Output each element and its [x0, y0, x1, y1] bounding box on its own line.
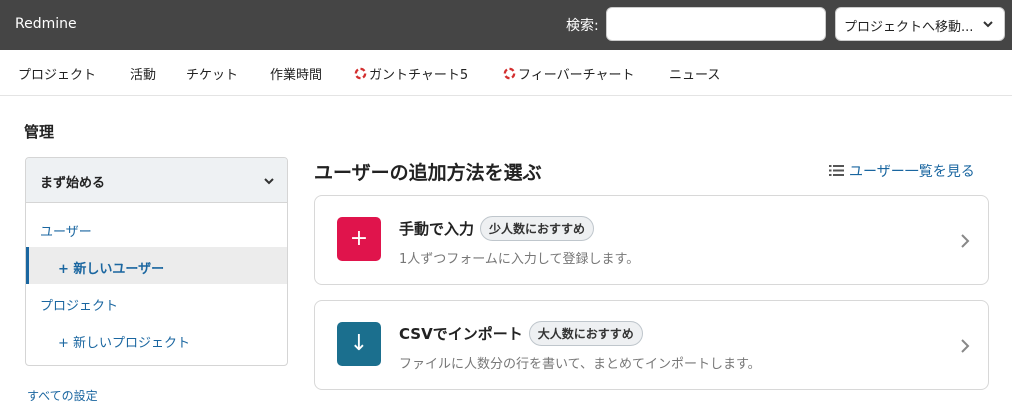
project-jump-label: プロジェクトへ移動... [844, 20, 974, 35]
menu-gantt-label: ガントチャート5 [369, 68, 469, 83]
option-description: 1人ずつフォームに入力して登録します。 [399, 252, 640, 267]
chevron-down-icon [264, 178, 274, 185]
sidebar-item-label: + 新しいユーザー [58, 262, 165, 277]
user-list-link[interactable]: ユーザー一覧を見る [829, 161, 975, 181]
menu-fever-chart[interactable]: フィーバーチャート [503, 64, 634, 83]
app-name[interactable]: Redmine [15, 16, 77, 32]
chevron-right-icon [961, 339, 970, 353]
search-input[interactable] [606, 7, 826, 41]
sidebar-item-label: + 新しいプロジェクト [58, 336, 191, 351]
option-title: 手動で入力 少人数におすすめ [399, 216, 595, 241]
sidebar-item-projects[interactable]: プロジェクト [26, 284, 287, 321]
menu-gantt[interactable]: ガントチャート5 [354, 64, 468, 83]
option-title-text: 手動で入力 [399, 220, 475, 238]
search-label: 検索: [566, 18, 599, 34]
sidebar-item-new-user[interactable]: + 新しいユーザー [26, 247, 287, 284]
page-title: 管理 [24, 123, 55, 141]
plus-icon: + [337, 217, 381, 261]
plugin-gear-icon [503, 67, 516, 80]
menu-activity[interactable]: 活動 [130, 64, 156, 83]
list-icon [829, 165, 844, 176]
download-arrow-icon: ↓ [337, 322, 381, 366]
sidebar-item-new-project[interactable]: + 新しいプロジェクト [26, 321, 287, 358]
sidebar-item-label: ユーザー [40, 225, 92, 240]
recommend-badge: 少人数におすすめ [480, 216, 595, 241]
sidebar-header[interactable]: まず始める [26, 158, 287, 203]
option-card-csv-import[interactable]: ↓ CSVでインポート 大人数におすすめ ファイルに人数分の行を書いて、まとめてイ… [314, 300, 989, 390]
menu-fever-chart-label: フィーバーチャート [518, 68, 635, 83]
all-settings-link[interactable]: すべての設定 [27, 387, 98, 404]
chevron-right-icon [961, 234, 970, 248]
main-menu: プロジェクト 活動 チケット 作業時間 ガントチャート5 フィーバーチャート ニ… [0, 50, 1012, 96]
option-card-manual[interactable]: + 手動で入力 少人数におすすめ 1人ずつフォームに入力して登録します。 [314, 195, 989, 285]
option-title-text: CSVでインポート [399, 325, 523, 343]
project-jump-dropdown[interactable]: プロジェクトへ移動... [835, 7, 1005, 41]
menu-projects[interactable]: プロジェクト [18, 64, 96, 83]
menu-time-entries[interactable]: 作業時間 [270, 64, 322, 83]
option-title: CSVでインポート 大人数におすすめ [399, 321, 643, 346]
content-title: ユーザーの追加方法を選ぶ [314, 162, 542, 184]
sidebar-item-users[interactable]: ユーザー [26, 210, 287, 247]
user-list-link-label: ユーザー一覧を見る [849, 164, 975, 180]
sidebar: まず始める ユーザー + 新しいユーザー プロジェクト + 新しいプロジェクト [25, 157, 288, 366]
sidebar-header-label: まず始める [40, 176, 106, 191]
top-header: Redmine 検索: プロジェクトへ移動... [0, 0, 1012, 50]
menu-issues[interactable]: チケット [186, 64, 238, 83]
recommend-badge: 大人数におすすめ [528, 321, 643, 346]
option-description: ファイルに人数分の行を書いて、まとめてインポートします。 [399, 357, 761, 372]
plugin-gear-icon [354, 67, 367, 80]
menu-news[interactable]: ニュース [669, 64, 720, 83]
chevron-down-icon [983, 21, 993, 28]
sidebar-item-label: プロジェクト [40, 299, 119, 314]
